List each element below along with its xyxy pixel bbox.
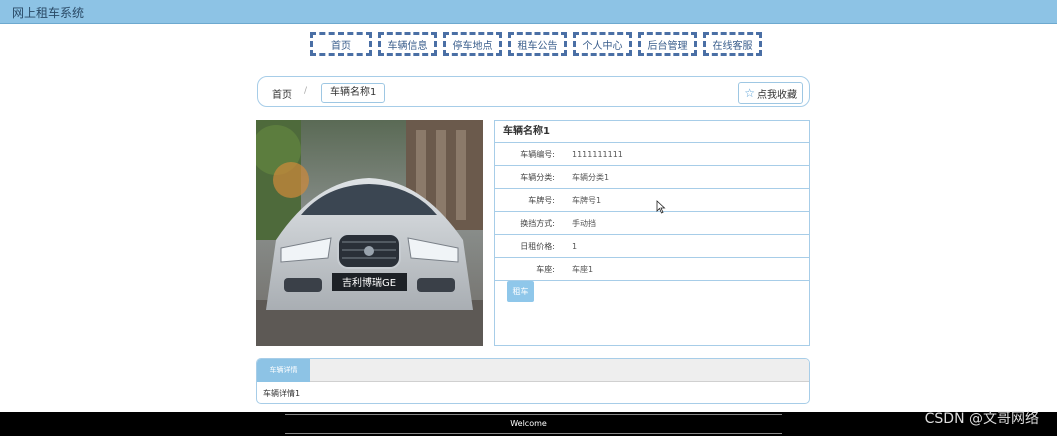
info-value: 1111111111 [572, 149, 623, 159]
info-value: 1 [572, 241, 578, 251]
info-label: 车座: [536, 264, 555, 274]
nav-item-personal-center[interactable]: 个人中心 [573, 32, 632, 56]
mouse-cursor-icon [656, 200, 666, 217]
nav-item-home[interactable]: 首页 [310, 32, 372, 56]
detail-content: 车辆详情1 [263, 389, 301, 398]
nav-item-rental-notice[interactable]: 租车公告 [508, 32, 567, 56]
breadcrumb-separator: / [304, 86, 308, 96]
info-value: 车座1 [572, 264, 594, 274]
breadcrumb-home-link[interactable]: 首页 [272, 86, 292, 101]
nav-item-admin[interactable]: 后台管理 [638, 32, 697, 56]
favorite-button-label: 点我收藏 [757, 89, 797, 101]
breadcrumb: 首页 / 车辆名称1 ☆ 点我收藏 [257, 76, 810, 107]
nav-item-online-service[interactable]: 在线客服 [703, 32, 762, 56]
star-icon: ☆ [744, 86, 755, 100]
watermark: CSDN @文哥网络 [924, 411, 1039, 427]
info-label: 换挡方式: [520, 218, 555, 228]
info-label: 车辆分类: [520, 172, 555, 182]
footer-welcome: Welcome [510, 419, 547, 428]
car-info-panel: 车辆名称1 车辆编号: 1111111111 车辆分类: 车辆分类1 车牌号: … [494, 120, 810, 346]
nav-item-vehicle-info[interactable]: 车辆信息 [378, 32, 437, 56]
top-header-bar: 网上租车系统 [0, 0, 1057, 24]
info-value: 车辆分类1 [572, 172, 610, 182]
tab-car-detail[interactable]: 车辆详情 [257, 359, 310, 382]
car-name: 车辆名称1 [495, 121, 809, 143]
footer-divider [285, 433, 782, 434]
rent-button[interactable]: 租车 [507, 281, 534, 302]
car-detail-panel: 车辆详情 车辆详情1 [256, 358, 810, 404]
info-value: 手动挡 [572, 218, 596, 228]
nav-item-parking-location[interactable]: 停车地点 [443, 32, 502, 56]
info-value: 车牌号1 [572, 195, 602, 205]
info-row-plate-number: 车牌号: 车牌号1 [495, 189, 809, 212]
info-label: 车辆编号: [520, 149, 555, 159]
footer-divider [285, 414, 782, 415]
info-label: 日租价格: [520, 241, 555, 251]
app-title: 网上租车系统 [12, 6, 85, 20]
footer: Welcome [0, 412, 1057, 436]
favorite-button[interactable]: ☆ 点我收藏 [738, 82, 803, 104]
info-row-transmission: 换挡方式: 手动挡 [495, 212, 809, 235]
car-photo-badge: 吉利博瑞GE [342, 276, 396, 289]
main-nav: 首页 车辆信息 停车地点 租车公告 个人中心 后台管理 在线客服 [310, 32, 762, 56]
info-row-daily-price: 日租价格: 1 [495, 235, 809, 258]
detail-tab-bar: 车辆详情 [257, 359, 809, 382]
breadcrumb-current: 车辆名称1 [321, 83, 386, 103]
info-row-seats: 车座: 车座1 [495, 258, 809, 281]
info-row-vehicle-number: 车辆编号: 1111111111 [495, 143, 809, 166]
info-row-vehicle-category: 车辆分类: 车辆分类1 [495, 166, 809, 189]
car-photo: 吉利博瑞GE [256, 120, 483, 346]
info-label: 车牌号: [528, 195, 555, 205]
